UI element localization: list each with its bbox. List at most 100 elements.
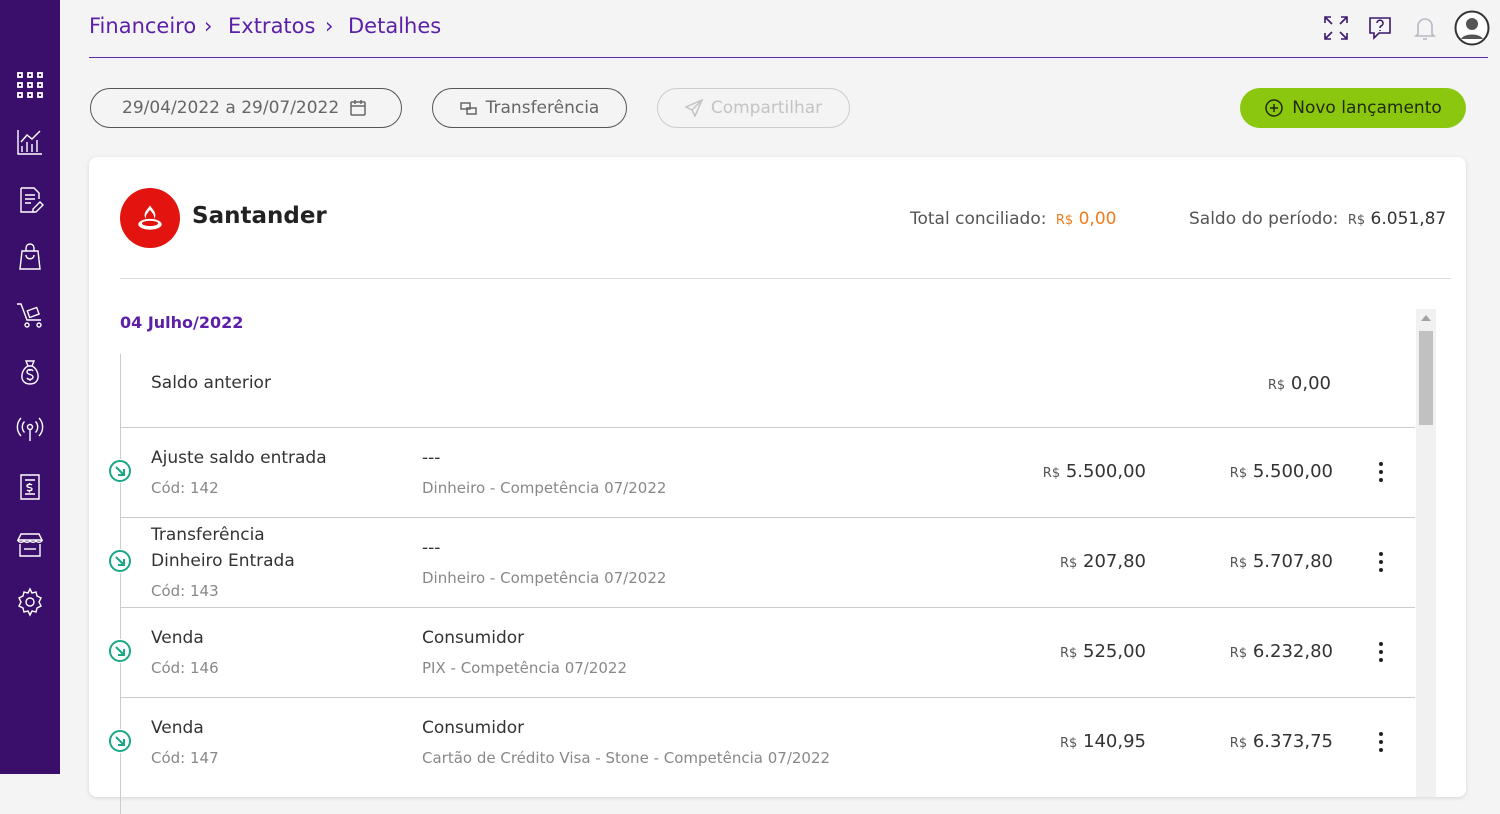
entry-code: Cód: 142 — [151, 479, 219, 497]
entry-balance-value: 5.500,00 — [1252, 461, 1333, 482]
entry-menu-icon[interactable] — [1377, 732, 1385, 754]
total-conciliated: Total conciliado: R$ 0,00 — [910, 209, 1116, 229]
currency-label: R$ — [1229, 736, 1248, 751]
previous-balance-label: Saldo anterior — [151, 373, 271, 393]
currency-label: R$ — [1229, 556, 1248, 571]
fullscreen-icon[interactable] — [1320, 12, 1352, 44]
transfer-button[interactable]: Transferência — [432, 88, 627, 128]
entry-menu-icon[interactable] — [1377, 462, 1385, 484]
share-button[interactable]: Compartilhar — [657, 88, 850, 128]
scroll-up-arrow-icon[interactable] — [1421, 315, 1431, 321]
currency-label: R$ — [1267, 378, 1286, 393]
income-arrow-icon — [108, 729, 132, 753]
currency-label: R$ — [1059, 736, 1078, 751]
currency-label: R$ — [1059, 556, 1078, 571]
date-range-picker[interactable]: 29/04/2022 a 29/07/2022 — [90, 88, 402, 128]
row-divider — [120, 517, 1415, 518]
cart-icon[interactable] — [14, 299, 46, 331]
entry-amount-value: 5.500,00 — [1065, 461, 1146, 482]
transfer-icon — [459, 102, 477, 115]
day-heading: 04 Julho/2022 — [120, 313, 244, 332]
period-balance-label: Saldo do período: — [1189, 209, 1339, 229]
entry-code: Cód: 143 — [151, 582, 219, 600]
entry-balance: R$ 6.232,80 — [1169, 641, 1333, 662]
breadcrumb-separator-icon: › — [204, 14, 213, 38]
broadcast-icon[interactable] — [14, 413, 46, 445]
new-entry-button[interactable]: Novo lançamento — [1240, 88, 1466, 128]
transfer-label: Transferência — [485, 98, 600, 118]
entry-title-line2: Dinheiro Entrada — [151, 551, 295, 571]
entry-balance: R$ 5.500,00 — [1169, 461, 1333, 482]
breadcrumb-extratos[interactable]: Extratos — [228, 14, 315, 38]
entry-amount-value: 525,00 — [1083, 641, 1146, 662]
entry-code: Cód: 146 — [151, 659, 219, 677]
breadcrumb-financeiro[interactable]: Financeiro — [89, 14, 196, 38]
entry-amount-value: 207,80 — [1083, 551, 1146, 572]
help-icon[interactable] — [1364, 12, 1396, 44]
gear-icon[interactable] — [14, 586, 46, 618]
entry-amount-value: 140,95 — [1083, 731, 1146, 752]
store-icon[interactable] — [14, 528, 46, 560]
entry-title: Venda — [151, 628, 204, 648]
statement-card: Santander Total conciliado: R$ 0,00 Sald… — [89, 157, 1466, 814]
apps-grid-icon[interactable] — [14, 69, 46, 101]
date-range-value: 29/04/2022 a 29/07/2022 — [122, 98, 340, 118]
bank-name: Santander — [192, 203, 327, 229]
row-divider — [120, 427, 1415, 428]
money-bag-icon[interactable] — [14, 356, 46, 388]
calendar-icon — [350, 100, 366, 116]
entry-menu-icon[interactable] — [1377, 642, 1385, 664]
entry-balance-value: 6.373,75 — [1252, 731, 1333, 752]
entry-detail: Dinheiro - Competência 07/2022 — [422, 479, 667, 497]
entry-party: --- — [422, 448, 441, 468]
currency-label: R$ — [1229, 646, 1248, 661]
row-divider — [120, 607, 1415, 608]
entry-amount: R$ 5.500,00 — [989, 461, 1146, 482]
document-edit-icon[interactable] — [14, 184, 46, 216]
income-arrow-icon — [108, 549, 132, 573]
previous-balance-amount: R$ 0,00 — [1189, 373, 1331, 394]
sidebar — [0, 0, 60, 774]
currency-label: R$ — [1042, 466, 1061, 481]
entry-detail: Dinheiro - Competência 07/2022 — [422, 569, 667, 587]
shopping-bag-icon[interactable] — [14, 241, 46, 273]
entry-amount: R$ 525,00 — [989, 641, 1146, 662]
entry-title: Ajuste saldo entrada — [151, 448, 327, 468]
row-divider — [120, 697, 1415, 698]
entry-menu-icon[interactable] — [1377, 552, 1385, 574]
entry-detail: PIX - Competência 07/2022 — [422, 659, 628, 677]
entry-title: Venda — [151, 718, 204, 738]
user-avatar-icon[interactable] — [1454, 10, 1490, 46]
new-entry-label: Novo lançamento — [1292, 98, 1442, 118]
entry-balance: R$ 6.373,75 — [1169, 731, 1333, 752]
bell-icon[interactable] — [1409, 12, 1441, 44]
plus-circle-icon — [1265, 99, 1283, 117]
entry-code: Cód: 147 — [151, 749, 219, 767]
scrollbar-thumb[interactable] — [1419, 331, 1433, 425]
period-balance-value: 6.051,87 — [1370, 209, 1447, 229]
total-conciliated-label: Total conciliado: — [910, 209, 1047, 229]
currency-label: R$ — [1229, 466, 1248, 481]
entry-title: Transferência — [151, 525, 265, 545]
income-arrow-icon — [108, 459, 132, 483]
receipt-icon[interactable] — [14, 471, 46, 503]
currency-label: R$ — [1059, 646, 1078, 661]
entry-party: Consumidor — [422, 718, 525, 738]
breadcrumb-detalhes: Detalhes — [348, 14, 442, 38]
share-label: Compartilhar — [710, 98, 823, 118]
income-arrow-icon — [108, 639, 132, 663]
entry-amount: R$ 207,80 — [989, 551, 1146, 572]
entry-party: --- — [422, 538, 441, 558]
chart-icon[interactable] — [14, 126, 46, 158]
period-currency: R$ — [1347, 213, 1366, 228]
header-divider — [120, 278, 1451, 279]
entry-party: Consumidor — [422, 628, 525, 648]
previous-balance-value: 0,00 — [1290, 373, 1331, 394]
total-conciliated-value: 0,00 — [1078, 209, 1117, 229]
send-icon — [684, 99, 703, 117]
entry-balance-value: 5.707,80 — [1252, 551, 1333, 572]
santander-logo — [120, 188, 180, 248]
entry-amount: R$ 140,95 — [989, 731, 1146, 752]
entry-balance-value: 6.232,80 — [1252, 641, 1333, 662]
breadcrumb-separator-icon: › — [325, 14, 334, 38]
